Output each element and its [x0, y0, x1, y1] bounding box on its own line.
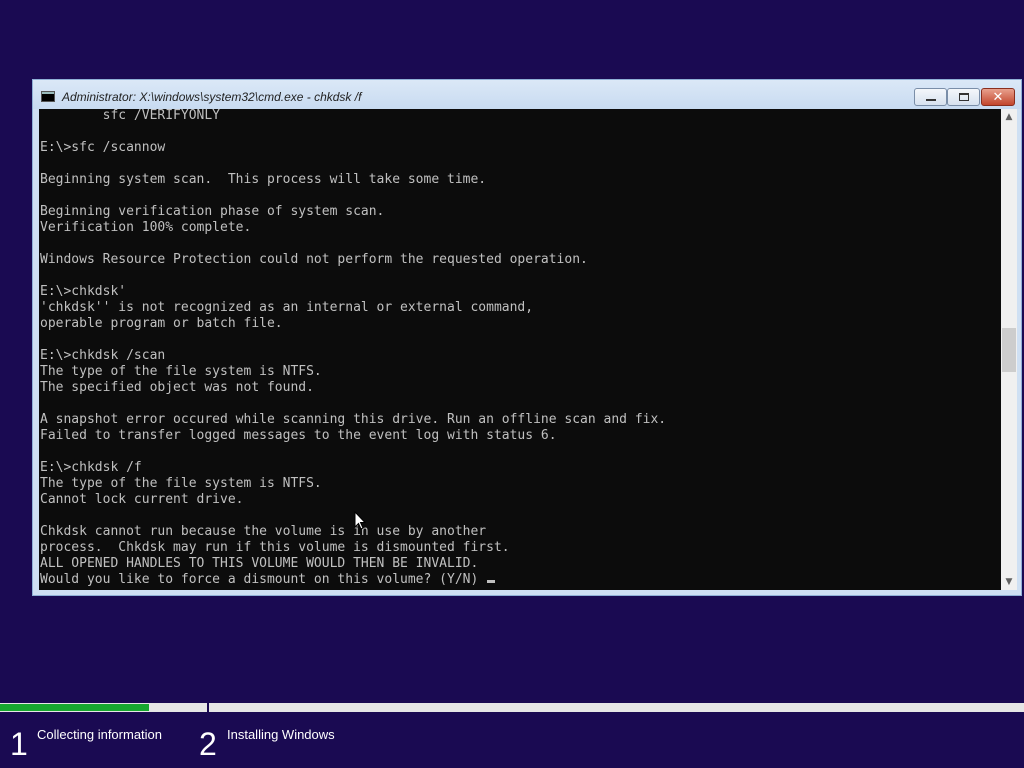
- console-line: Chkdsk cannot run because the volume is …: [40, 524, 487, 539]
- console-line: 'chkdsk'' is not recognized as an intern…: [40, 300, 534, 315]
- maximize-button[interactable]: [947, 88, 980, 106]
- console-line: Beginning system scan. This process will…: [40, 172, 487, 187]
- progress-segment-step1: [0, 703, 207, 712]
- step-label: Collecting information: [37, 727, 163, 742]
- console-output[interactable]: sfc /VERIFYONLY E:\>sfc /scannow Beginni…: [39, 109, 1001, 590]
- minimize-button[interactable]: [914, 88, 947, 106]
- console-line: ALL OPENED HANDLES TO THIS VOLUME WOULD …: [40, 556, 479, 571]
- console-line: sfc /VERIFYONLY: [40, 109, 221, 123]
- console-line: The type of the file system is NTFS.: [40, 364, 322, 379]
- window-title: Administrator: X:\windows\system32\cmd.e…: [62, 90, 362, 104]
- console-line: A snapshot error occured while scanning …: [40, 412, 667, 427]
- console-line: The specified object was not found.: [40, 380, 314, 395]
- step-number: 2: [199, 726, 217, 762]
- console-line: E:\>chkdsk /scan: [40, 348, 166, 363]
- console-window[interactable]: Administrator: X:\windows\system32\cmd.e…: [32, 79, 1022, 596]
- minimize-icon: [925, 99, 936, 101]
- mouse-pointer-icon: [354, 511, 366, 530]
- title-bar[interactable]: Administrator: X:\windows\system32\cmd.e…: [33, 80, 1021, 109]
- text-cursor: [487, 580, 496, 583]
- console-line: E:\>chkdsk /f: [40, 460, 142, 475]
- console-line: E:\>sfc /scannow: [40, 140, 166, 155]
- console-line: Failed to transfer logged messages to th…: [40, 428, 557, 443]
- scroll-up-arrow[interactable]: ▲: [1001, 109, 1017, 125]
- scroll-thumb[interactable]: [1002, 328, 1016, 372]
- maximize-icon: [958, 93, 969, 101]
- console-line: Would you like to force a dismount on th…: [40, 572, 487, 587]
- console-line: Windows Resource Protection could not pe…: [40, 252, 588, 267]
- console-line: The type of the file system is NTFS.: [40, 476, 322, 491]
- progress-segment-step2: [209, 703, 1024, 712]
- console-line: process. Chkdsk may run if this volume i…: [40, 540, 510, 555]
- setup-progress-bar: [0, 703, 1024, 712]
- close-button[interactable]: ✕: [981, 88, 1015, 106]
- scroll-down-arrow[interactable]: ▼: [1001, 574, 1017, 590]
- console-line: E:\>chkdsk': [40, 284, 127, 299]
- step-label: Installing Windows: [227, 727, 335, 742]
- console-line: operable program or batch file.: [40, 316, 283, 331]
- console-line: Verification 100% complete.: [40, 220, 252, 235]
- console-icon: [41, 91, 55, 102]
- step-number: 1: [10, 726, 28, 762]
- console-line: Cannot lock current drive.: [40, 492, 244, 507]
- console-line: Beginning verification phase of system s…: [40, 204, 385, 219]
- close-icon: ✕: [992, 89, 1004, 105]
- progress-fill-step1: [0, 704, 150, 711]
- progress-divider: [207, 700, 209, 714]
- vertical-scrollbar[interactable]: ▲ ▼: [1001, 109, 1017, 590]
